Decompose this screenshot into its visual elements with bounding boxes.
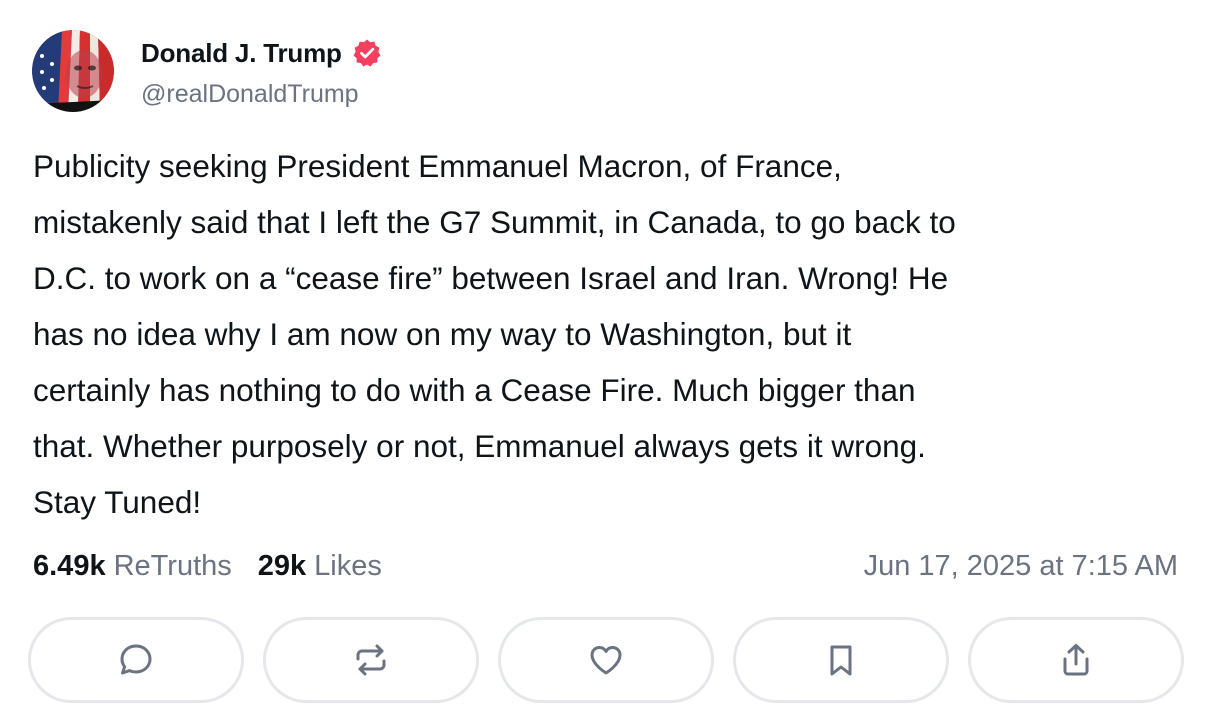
like-button[interactable] xyxy=(498,617,714,703)
verified-badge-icon xyxy=(352,38,382,68)
post-body-line: that. Whether purposely or not, Emmanuel… xyxy=(33,428,926,464)
retruths-count[interactable]: 6.49k xyxy=(33,550,106,583)
likes-count[interactable]: 29k xyxy=(258,550,306,583)
post-card: Donald J. Trump @realDonaldTrump Publici… xyxy=(0,0,1210,722)
likes-label[interactable]: Likes xyxy=(314,550,382,583)
retruths-label[interactable]: ReTruths xyxy=(114,550,232,583)
author-display-name[interactable]: Donald J. Trump xyxy=(141,38,342,69)
author-handle[interactable]: @realDonaldTrump xyxy=(141,80,359,109)
bookmark-button[interactable] xyxy=(733,617,949,703)
repost-icon xyxy=(356,644,386,676)
post-body-line: D.C. to work on a “cease fire” between I… xyxy=(33,260,949,296)
share-button[interactable] xyxy=(968,617,1184,703)
post-body-line: Stay Tuned! xyxy=(33,484,202,520)
bookmark-icon xyxy=(830,645,852,676)
post-body-line: Publicity seeking President Emmanuel Mac… xyxy=(33,148,842,184)
comment-icon xyxy=(120,644,152,675)
avatar[interactable] xyxy=(32,30,114,112)
author-name-row: Donald J. Trump xyxy=(141,36,382,70)
post-body-line: certainly has nothing to do with a Cease… xyxy=(33,372,916,408)
post-body-line: mistakenly said that I left the G7 Summi… xyxy=(33,204,956,240)
retruth-button[interactable] xyxy=(263,617,479,703)
action-bar xyxy=(28,617,1184,703)
heart-icon xyxy=(590,646,622,675)
share-icon xyxy=(1063,644,1089,676)
post-body: Publicity seeking President Emmanuel Mac… xyxy=(33,138,1183,530)
post-stats: 6.49k ReTruths 29k Likes xyxy=(33,546,382,586)
post-timestamp[interactable]: Jun 17, 2025 at 7:15 AM xyxy=(864,546,1178,586)
post-body-line: has no idea why I am now on my way to Wa… xyxy=(33,316,852,352)
avatar-image xyxy=(32,30,114,112)
reply-button[interactable] xyxy=(28,617,244,703)
